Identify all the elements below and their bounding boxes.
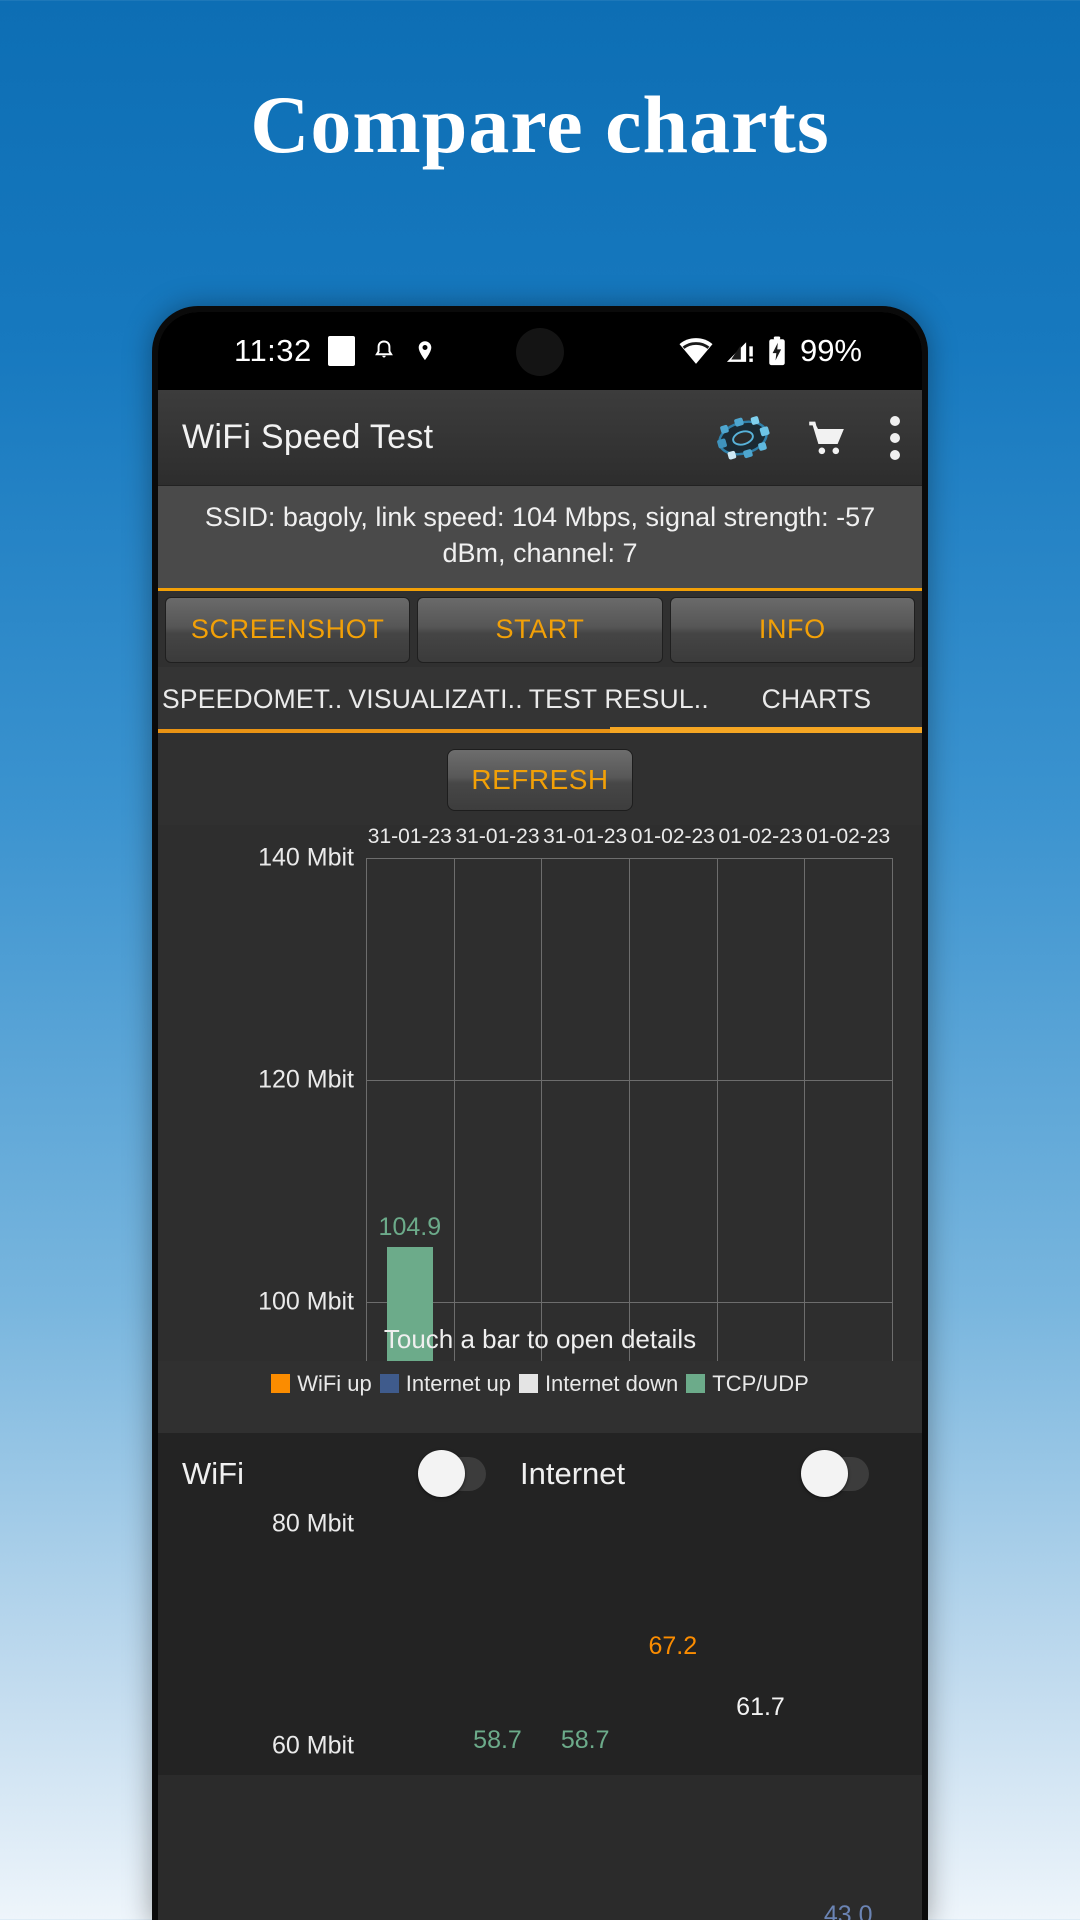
app-bar: WiFi Speed Test: [158, 390, 922, 486]
legend-swatch: [686, 1374, 706, 1394]
chart-gridline-v: [453, 857, 455, 1361]
wifi-toggle-group: WiFi: [182, 1449, 486, 1497]
internet-toggle-group: Internet: [519, 1449, 870, 1497]
gear-icon[interactable]: [712, 412, 774, 464]
chart-x-tick-label: 01-02-23: [630, 824, 715, 848]
front-camera-cutout: [516, 328, 564, 376]
chart-x-tick-label: 01-02-23: [806, 824, 891, 848]
tab-charts[interactable]: CHARTS: [712, 667, 921, 733]
tab-speedometer[interactable]: SPEEDOMET..: [159, 667, 345, 733]
start-button[interactable]: START: [417, 596, 663, 663]
legend-item: Internet down: [518, 1370, 679, 1397]
chart-x-tick-label: 01-02-23: [718, 824, 803, 848]
chart-bar-value-label: 58.7: [473, 1726, 522, 1755]
app-bar-actions: [712, 412, 900, 464]
toggle-row: WiFi Internet: [158, 1432, 922, 1515]
wifi-icon: [679, 338, 713, 364]
square-icon: [327, 336, 355, 366]
chart-y-tick-label: 100 Mbit: [258, 1287, 354, 1316]
refresh-button[interactable]: REFRESH: [447, 748, 633, 811]
legend-item: Internet up: [379, 1370, 511, 1397]
chart-y-tick-label: 140 Mbit: [258, 843, 354, 872]
chart-bar-value-label: 104.9: [378, 1213, 442, 1242]
refresh-button-row: REFRESH: [158, 748, 922, 811]
legend-swatch: [271, 1374, 291, 1394]
chart-legend: WiFi up Internet up Internet down TCP/UDP: [158, 1360, 922, 1403]
battery-percent-label: 99%: [799, 333, 862, 368]
chart-bar-value-label: 67.2: [648, 1631, 698, 1660]
action-button-row: SCREENSHOT START INFO: [158, 590, 922, 667]
bell-icon: [374, 340, 393, 358]
chart-gridline-v: [629, 857, 630, 1361]
legend-item: TCP/UDP: [686, 1371, 809, 1397]
chart-bar-value-label: 58.7: [560, 1726, 610, 1755]
phone-frame: 11:32 99% WiFi Speed Test SSID: bagoly, …: [152, 306, 928, 1920]
wifi-toggle-switch[interactable]: [417, 1449, 486, 1497]
phone-screen: 11:32 99% WiFi Speed Test SSID: bagoly, …: [158, 312, 922, 1920]
status-bar-right: 99%: [678, 333, 862, 369]
legend-swatch: [518, 1374, 538, 1394]
legend-swatch: [379, 1374, 399, 1394]
chart-x-tick-label: 31-01-23: [543, 824, 628, 848]
chart-y-tick-label: 120 Mbit: [258, 1065, 354, 1094]
page-title: Compare charts: [250, 79, 830, 170]
cellular-warning-icon: [726, 342, 753, 362]
overflow-menu-icon[interactable]: [880, 415, 900, 460]
chart-bar-value-label: 43.0: [823, 1900, 873, 1920]
chart-gridline-v: [366, 857, 367, 1361]
chart-gridline-v: [892, 857, 893, 1361]
legend-label: Internet up: [405, 1370, 511, 1396]
internet-toggle-switch[interactable]: [801, 1449, 870, 1497]
bar-chart[interactable]: 140 Mbit120 Mbit100 Mbit80 Mbit60 Mbit40…: [158, 824, 922, 1920]
status-bar-clock: 11:32: [234, 333, 312, 368]
screenshot-button[interactable]: SCREENSHOT: [165, 596, 411, 663]
chart-bar-value-label: 61.7: [736, 1692, 785, 1721]
legend-label: WiFi up: [297, 1370, 372, 1396]
chart-touch-hint: Touch a bar to open details: [383, 1323, 697, 1354]
internet-toggle-label: Internet: [519, 1455, 626, 1491]
status-bar: 11:32 99%: [158, 312, 922, 390]
cart-icon[interactable]: [804, 416, 850, 460]
charts-panel: REFRESH 140 Mbit 120 Mbit 100 Mbit 80 Mbit 6…: [158, 732, 922, 1920]
tab-bar: SPEEDOMET.. VISUALIZATI.. TEST RESUL.. C…: [158, 666, 922, 733]
location-pin-icon: [418, 341, 432, 361]
legend-item: WiFi up: [271, 1371, 372, 1397]
chart-x-tick-label: 31-01-23: [367, 824, 452, 848]
chart-gridline-v: [541, 857, 543, 1361]
chart-x-tick-label: 31-01-23: [455, 824, 540, 848]
legend-label: Internet down: [544, 1370, 679, 1396]
battery-charging-icon: [769, 336, 785, 366]
ssid-info-banner: SSID: bagoly, link speed: 104 Mbps, sign…: [158, 486, 922, 591]
status-bar-left: 11:32: [234, 333, 437, 369]
tab-visualization[interactable]: VISUALIZATI..: [345, 667, 525, 733]
chart-y-tick-label: 60 Mbit: [272, 1731, 354, 1760]
bar-chart-plot-area: 140 Mbit120 Mbit100 Mbit80 Mbit60 Mbit40…: [158, 824, 922, 1920]
legend-label: TCP/UDP: [712, 1370, 809, 1396]
tab-test-results[interactable]: TEST RESUL..: [526, 667, 712, 733]
app-title: WiFi Speed Test: [182, 418, 434, 456]
info-button[interactable]: INFO: [669, 596, 915, 663]
internet-toggle-thumb: [801, 1449, 849, 1497]
chart-gridline-v: [804, 857, 806, 1361]
chart-gridline-v: [716, 857, 718, 1361]
wifi-toggle-thumb: [417, 1449, 465, 1497]
wifi-toggle-label: WiFi: [182, 1455, 244, 1491]
chart-y-tick-label: 80 Mbit: [272, 1509, 354, 1538]
